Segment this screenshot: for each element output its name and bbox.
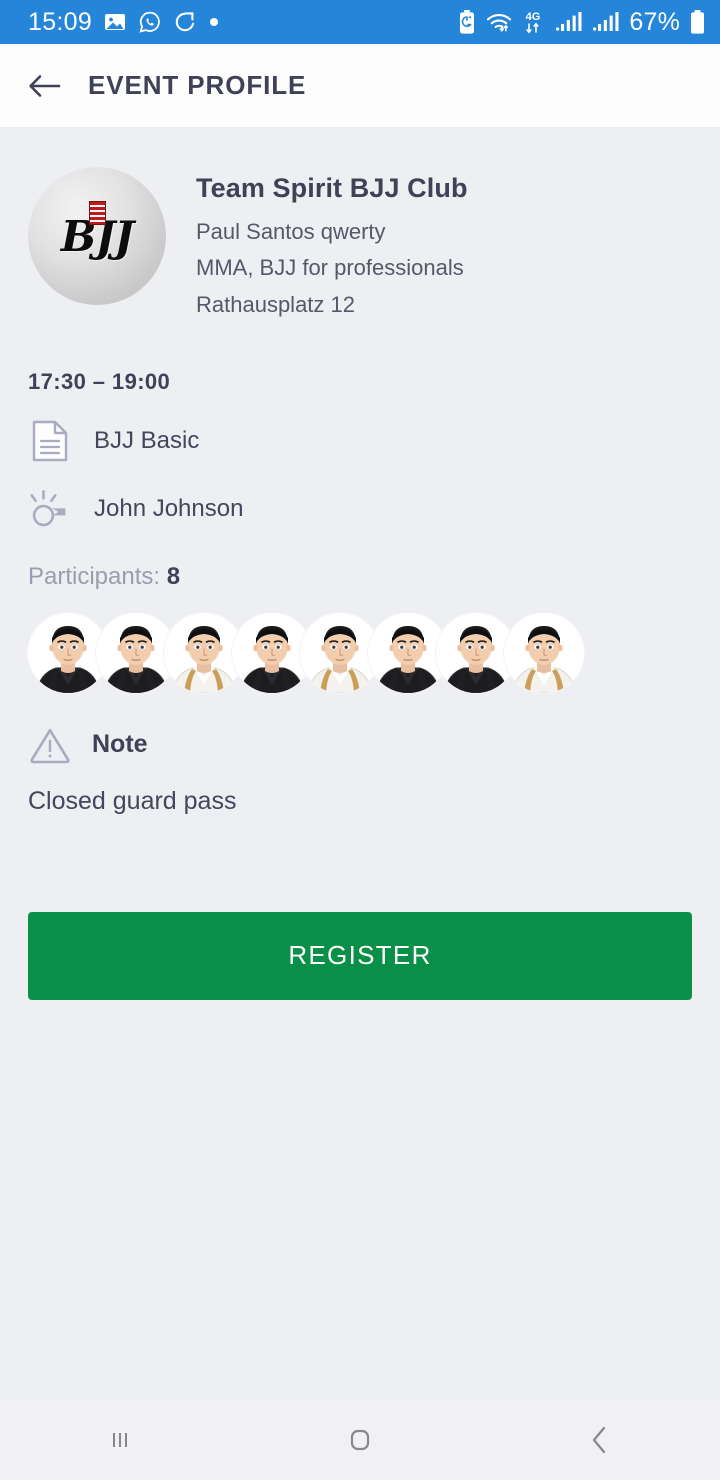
document-icon [28, 419, 72, 463]
note-text: Closed guard pass [28, 786, 237, 815]
club-address: Rathausplatz 12 [196, 291, 355, 317]
back-icon [592, 1426, 606, 1454]
status-bar-right: 4G 67% [457, 8, 706, 37]
battery-percent-label: 67% [629, 7, 680, 36]
gallery-icon [105, 14, 126, 30]
participants-count: 8 [166, 562, 181, 590]
participants-label: Participants: [28, 562, 161, 590]
club-name: Team Spirit BJJ Club [196, 173, 468, 203]
nav-back-button[interactable] [480, 1423, 720, 1457]
belt-stripe-icon [89, 201, 106, 225]
signal-icon-2 [593, 12, 619, 31]
participants-count-row: Participants: 8 [28, 563, 692, 591]
warning-triangle-icon [28, 725, 72, 765]
wifi-icon [487, 13, 512, 32]
recents-icon [113, 1433, 127, 1447]
club-description: MMA, BJJ for professionals [196, 255, 464, 281]
whistle-icon [28, 487, 72, 531]
participant-avatar[interactable] [504, 612, 584, 693]
club-info: Team Spirit BJJ Club Paul Santos qwerty … [196, 167, 468, 323]
club-header: BJJ Team Spirit BJJ Club Paul Santos qwe… [28, 127, 692, 323]
battery-saver-icon [460, 10, 475, 34]
avatar-image [505, 613, 583, 693]
svg-text:4G: 4G [526, 11, 541, 23]
status-bar: 15:09 4G 67% [0, 0, 720, 44]
note-label: Note [92, 730, 148, 759]
back-arrow-icon[interactable] [28, 71, 62, 101]
club-logo: BJJ [28, 167, 166, 305]
whatsapp-icon [139, 11, 160, 33]
event-coach-name: John Johnson [94, 494, 244, 522]
note-header: Note [28, 725, 692, 765]
sync-icon [175, 12, 195, 32]
club-owner: Paul Santos qwerty [196, 219, 386, 244]
android-nav-bar [0, 1400, 720, 1480]
page-title: EVENT PROFILE [88, 70, 307, 100]
event-class-name: BJJ Basic [94, 426, 200, 454]
participants-avatar-list [28, 612, 692, 693]
dot-icon [210, 18, 219, 26]
status-bar-left: 15:09 [28, 8, 220, 37]
battery-icon [691, 10, 704, 34]
main-content: BJJ Team Spirit BJJ Club Paul Santos qwe… [0, 127, 720, 1000]
4g-icon: 4G [526, 11, 541, 34]
nav-recents-button[interactable] [0, 1425, 240, 1455]
event-coach-row: John Johnson [28, 487, 692, 531]
register-button[interactable]: REGISTER [28, 911, 692, 1000]
app-bar: EVENT PROFILE [0, 44, 720, 127]
event-time-range: 17:30 – 19:00 [28, 368, 171, 394]
status-bar-clock: 15:09 [28, 7, 93, 36]
signal-icon-1 [556, 12, 582, 31]
event-class-row: BJJ Basic [28, 419, 692, 463]
home-icon [350, 1429, 370, 1451]
nav-home-button[interactable] [240, 1423, 480, 1457]
